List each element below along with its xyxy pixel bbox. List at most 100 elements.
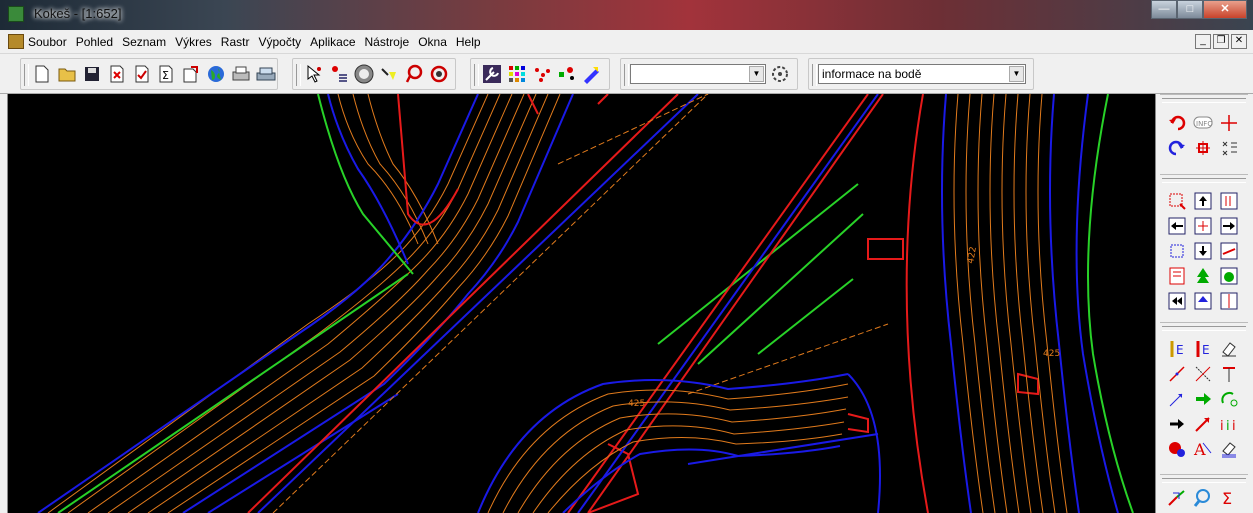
menu-help[interactable]: Help (456, 35, 481, 49)
drawing-canvas[interactable]: 425 425 422 (8, 94, 1155, 513)
perpendicular-icon[interactable] (1218, 363, 1240, 385)
move-right-icon[interactable] (1218, 215, 1240, 237)
file-toolbar: Σ (20, 58, 278, 90)
line-icon[interactable] (1166, 363, 1188, 385)
top-icon[interactable] (1192, 290, 1214, 312)
elevation-label: 425 (628, 399, 645, 409)
coord-list-icon[interactable] (1218, 137, 1240, 159)
mdi-restore-button[interactable]: ❐ (1213, 34, 1229, 49)
points-icon[interactable] (556, 63, 578, 85)
layer-combo[interactable]: ▼ (630, 64, 766, 84)
info-mode-toolbar: informace na bodě ▼ (808, 58, 1034, 90)
frame-select-icon[interactable] (1166, 190, 1188, 212)
offset-icon[interactable] (1218, 388, 1240, 410)
menu-okna[interactable]: Okna (418, 35, 447, 49)
window-title: Kokeš - [1:652] (34, 6, 122, 21)
new-file-icon[interactable] (31, 63, 53, 85)
move-left-icon[interactable] (1166, 215, 1188, 237)
save-icon[interactable] (81, 63, 103, 85)
eraser-layer-icon[interactable] (1218, 438, 1240, 460)
undo-tools: INFO (1160, 94, 1248, 160)
gear-red-icon[interactable] (1166, 438, 1188, 460)
chevron-down-icon[interactable]: ▼ (1009, 66, 1024, 82)
plotter-icon[interactable] (255, 63, 277, 85)
check-icon[interactable] (131, 63, 153, 85)
point-select-icon[interactable] (328, 63, 350, 85)
menu-vypocty[interactable]: Výpočty (258, 35, 301, 49)
info-mode-combo-value: informace na bodě (822, 67, 922, 81)
point-info-icon[interactable] (303, 63, 325, 85)
mdi-close-button[interactable]: ✕ (1231, 34, 1247, 49)
gear-icon[interactable] (428, 63, 450, 85)
split-icon[interactable] (1218, 290, 1240, 312)
scatter-dots-icon[interactable] (531, 63, 553, 85)
menu-bar: Soubor Pohled Seznam Výkres Rastr Výpočt… (0, 30, 1253, 54)
svg-text:i: i (1226, 419, 1230, 433)
dashed-frame-icon[interactable] (1166, 240, 1188, 262)
crosshair-icon[interactable] (1218, 112, 1240, 134)
sum-icon[interactable]: Σ (1218, 487, 1240, 509)
minimize-button[interactable]: — (1151, 0, 1177, 19)
svg-text:Σ: Σ (162, 69, 169, 82)
page-icon[interactable] (1166, 265, 1188, 287)
edit-point-icon[interactable]: E (1192, 338, 1214, 360)
globe-icon[interactable] (205, 63, 227, 85)
calc-tools: Σ (1160, 474, 1248, 513)
info-toolbar (292, 58, 456, 90)
info-icon[interactable]: INFO (1192, 112, 1214, 134)
hatch-icon[interactable] (1218, 240, 1240, 262)
print-setup-icon[interactable] (106, 63, 128, 85)
pen-icon[interactable] (581, 63, 603, 85)
maximize-button[interactable]: □ (1177, 0, 1203, 19)
main-toolbar: Σ ▼ informace na bodě ▼ (0, 54, 1253, 94)
undo-icon[interactable] (1166, 112, 1188, 134)
svg-text:A: A (1193, 440, 1206, 459)
printer-icon[interactable] (230, 63, 252, 85)
cross-line-icon[interactable] (1192, 363, 1214, 385)
move-down-icon[interactable] (1192, 240, 1214, 262)
wrench-icon[interactable] (481, 63, 503, 85)
menu-seznam[interactable]: Seznam (122, 35, 166, 49)
menu-rastr[interactable]: Rastr (221, 35, 250, 49)
search-atr-icon[interactable] (1192, 487, 1214, 509)
extend-icon[interactable] (1166, 388, 1188, 410)
menu-pohled[interactable]: Pohled (76, 35, 113, 49)
document-icon[interactable] (8, 34, 24, 49)
move-up-icon[interactable] (1192, 190, 1214, 212)
chevron-down-icon[interactable]: ▼ (749, 66, 764, 82)
arrow-right-black-icon[interactable] (1166, 413, 1188, 435)
redo-icon[interactable] (1166, 137, 1188, 159)
menu-soubor[interactable]: Soubor (28, 35, 67, 49)
rewind-icon[interactable] (1166, 290, 1188, 312)
info-mode-combo[interactable]: informace na bodě ▼ (818, 64, 1026, 84)
lasso-icon[interactable] (378, 63, 400, 85)
close-button[interactable]: ✕ (1203, 0, 1247, 19)
svg-text:INFO: INFO (1196, 120, 1213, 128)
scale-icon[interactable] (1192, 413, 1214, 435)
mdi-minimize-button[interactable]: _ (1195, 34, 1211, 49)
layer-toolbar: ▼ (620, 58, 798, 90)
measure-icon[interactable] (353, 63, 375, 85)
open-folder-icon[interactable] (56, 63, 78, 85)
rotate-icon[interactable] (403, 63, 425, 85)
tree-icon[interactable] (1192, 265, 1214, 287)
sum-icon[interactable]: Σ (156, 63, 178, 85)
arrow-right-icon[interactable] (1192, 388, 1214, 410)
color-fill-icon[interactable] (1218, 265, 1240, 287)
layer-settings-icon[interactable] (769, 63, 791, 85)
title-bar: Kokeš - [1:652] — □ ✕ (0, 0, 1253, 30)
eraser-icon[interactable] (1218, 338, 1240, 360)
edit-line-icon[interactable]: E (1166, 338, 1188, 360)
transform-icon[interactable] (1166, 487, 1188, 509)
palette-icon[interactable] (506, 63, 528, 85)
menu-aplikace[interactable]: Aplikace (310, 35, 355, 49)
menu-vykres[interactable]: Výkres (175, 35, 212, 49)
snap-point-icon[interactable] (1192, 137, 1214, 159)
text-style-icon[interactable]: A (1192, 438, 1214, 460)
center-icon[interactable] (1192, 215, 1214, 237)
export-icon[interactable] (180, 63, 202, 85)
info-numbers-icon[interactable]: iii (1218, 413, 1240, 435)
column-icon[interactable] (1218, 190, 1240, 212)
svg-text:E: E (1202, 343, 1210, 357)
menu-nastroje[interactable]: Nástroje (365, 35, 410, 49)
